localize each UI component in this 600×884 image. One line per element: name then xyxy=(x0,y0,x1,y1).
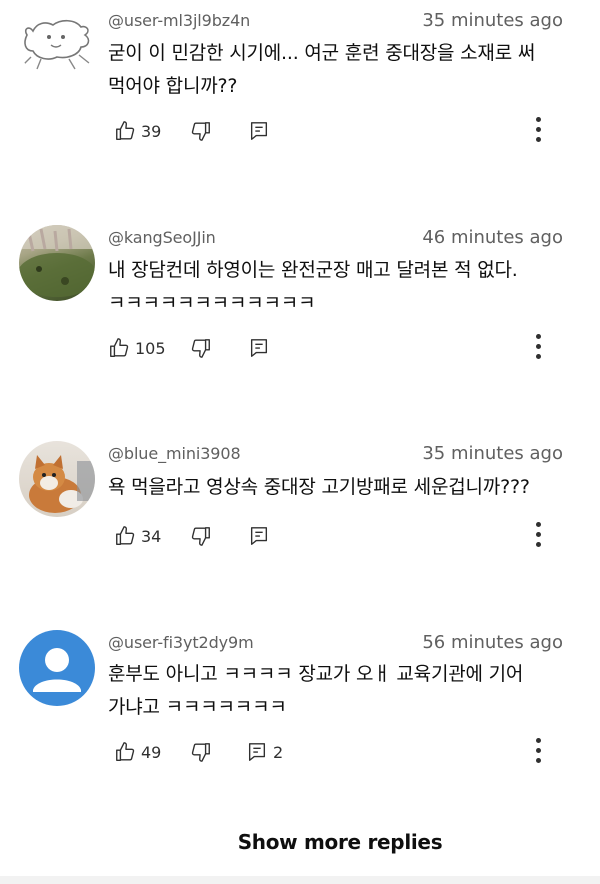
dislike-button[interactable] xyxy=(190,522,212,550)
comment-text-line: 굳이 이 민감한 시기에... 여군 훈련 중대장을 소재로 써 xyxy=(108,42,536,64)
thumbs-up-icon xyxy=(110,338,129,357)
show-more-replies-button[interactable]: Show more replies xyxy=(0,830,600,854)
comment-text-line: 욕 먹을라고 영상속 중대장 고기방패로 세운겁니까??? xyxy=(108,476,530,498)
reply-icon xyxy=(248,743,266,761)
comment-author[interactable]: @kangSeoJJin xyxy=(108,228,216,247)
comment-text: 굳이 이 민감한 시기에... 여군 훈련 중대장을 소재로 써 먹어야 합니까… xyxy=(108,37,573,103)
more-options-icon[interactable] xyxy=(532,520,544,552)
reply-button[interactable]: 2 xyxy=(246,738,283,766)
thumbs-up-icon xyxy=(116,526,135,545)
comment-text-line: 가냐고 ㅋㅋㅋㅋㅋㅋㅋ xyxy=(108,696,287,718)
like-count: 49 xyxy=(141,742,162,762)
reply-count: 2 xyxy=(273,742,284,762)
comment-author[interactable]: @user-fi3yt2dy9m xyxy=(108,633,254,652)
like-count: 105 xyxy=(135,338,166,358)
default-person-icon xyxy=(33,648,81,692)
doodle-avatar-icon xyxy=(22,19,90,70)
thumbs-up-icon xyxy=(116,742,135,761)
comment-text-line: 먹어야 합니까?? xyxy=(108,75,238,97)
reply-button[interactable] xyxy=(248,334,270,362)
comment-timestamp: 56 minutes ago xyxy=(422,632,563,653)
reply-icon xyxy=(250,122,268,140)
reply-icon xyxy=(250,527,268,545)
comment-timestamp: 35 minutes ago xyxy=(422,10,563,31)
comment-timestamp: 35 minutes ago xyxy=(422,443,563,464)
comment-actions: 49 2 xyxy=(108,738,578,766)
comment-text: 내 장담컨데 하영이는 완전군장 매고 달려본 적 없다. ㅋㅋㅋㅋㅋㅋㅋㅋㅋㅋ… xyxy=(108,254,573,320)
avatar[interactable] xyxy=(19,630,95,706)
comment-actions: 105 xyxy=(108,334,578,362)
avatar[interactable] xyxy=(19,225,95,301)
comment-actions: 34 xyxy=(108,522,578,550)
reply-icon xyxy=(250,339,268,357)
comment-text: 욕 먹을라고 영상속 중대장 고기방패로 세운겁니까??? xyxy=(108,471,573,504)
comment-author[interactable]: @blue_mini3908 xyxy=(108,444,241,463)
divider xyxy=(0,876,600,884)
more-options-icon[interactable] xyxy=(532,332,544,364)
thumbs-down-icon xyxy=(191,527,210,546)
thumbs-up-icon xyxy=(116,121,135,140)
like-count: 34 xyxy=(141,526,162,546)
comment-text-line: ㅋㅋㅋㅋㅋㅋㅋㅋㅋㅋㅋㅋ xyxy=(108,292,316,314)
comment-actions: 39 xyxy=(108,117,578,145)
dislike-button[interactable] xyxy=(190,738,212,766)
like-button[interactable]: 34 xyxy=(114,522,161,550)
like-button[interactable]: 39 xyxy=(114,117,161,145)
thumbs-down-icon xyxy=(191,339,210,358)
reply-button[interactable] xyxy=(248,522,270,550)
thumbs-down-icon xyxy=(191,743,210,762)
comment-author[interactable]: @user-ml3jl9bz4n xyxy=(108,11,250,30)
cat-photo-icon xyxy=(29,455,95,513)
avatar[interactable] xyxy=(19,441,95,517)
more-options-icon[interactable] xyxy=(532,115,544,147)
reply-button[interactable] xyxy=(248,117,270,145)
dislike-button[interactable] xyxy=(190,117,212,145)
like-button[interactable]: 105 xyxy=(108,334,166,362)
thumbs-down-icon xyxy=(191,122,210,141)
like-count: 39 xyxy=(141,121,162,141)
dislike-button[interactable] xyxy=(190,334,212,362)
comment-text-line: 훈부도 아니고 ㅋㅋㅋㅋ 장교가 오ㅐ 교육기관에 기어 xyxy=(108,663,524,685)
comment-text: 훈부도 아니고 ㅋㅋㅋㅋ 장교가 오ㅐ 교육기관에 기어 가냐고 ㅋㅋㅋㅋㅋㅋㅋ xyxy=(108,658,573,724)
comment-text-line: 내 장담컨데 하영이는 완전군장 매고 달려본 적 없다. xyxy=(108,259,518,281)
like-button[interactable]: 49 xyxy=(114,738,161,766)
more-options-icon[interactable] xyxy=(532,736,544,768)
nature-photo-icon xyxy=(19,225,95,297)
comment-timestamp: 46 minutes ago xyxy=(422,227,563,248)
avatar[interactable] xyxy=(19,5,95,81)
